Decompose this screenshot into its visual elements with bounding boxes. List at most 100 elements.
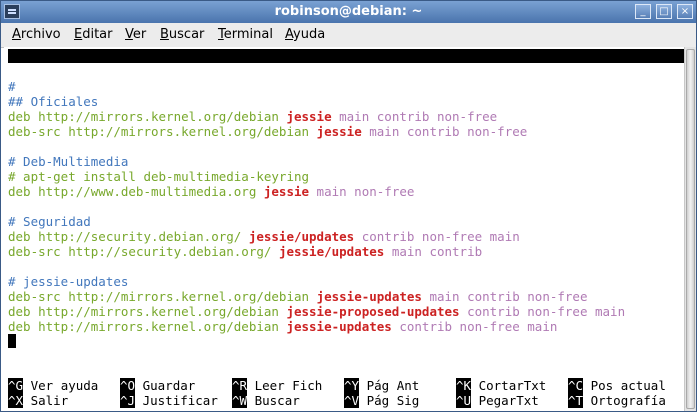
shortcut-item: ^G Ver ayuda bbox=[8, 378, 98, 393]
editor-line: deb http://www.deb-multimedia.org jessie… bbox=[8, 184, 414, 199]
shortcut-label: Justificar bbox=[135, 393, 218, 408]
line-segment: deb-src bbox=[8, 244, 61, 259]
line-segment: main contrib bbox=[384, 244, 483, 259]
shortcut-key: ^K bbox=[456, 378, 472, 393]
line-segment: jessie-updates bbox=[316, 289, 422, 304]
shortcut-item: ^Y Pág Ant bbox=[344, 378, 419, 393]
editor-line: deb http://mirrors.kernel.org/debian jes… bbox=[8, 319, 557, 334]
editor-line: deb-src http://security.debian.org/ jess… bbox=[8, 244, 482, 259]
scrollbar-thumb[interactable] bbox=[686, 49, 695, 409]
line-segment: main contrib non-free bbox=[361, 124, 528, 139]
menu-terminal[interactable]: Terminal bbox=[218, 27, 273, 42]
shortcut-key: ^T bbox=[568, 393, 584, 408]
shortcut-label: Pág Sig bbox=[359, 393, 420, 408]
shortcut-item: ^T Ortografía bbox=[568, 393, 666, 408]
nano-filename: Fichero: /etc/apt/sources.list bbox=[216, 76, 442, 91]
line-segment: http://security.debian.org/ bbox=[30, 229, 249, 244]
editor-line: # Seguridad bbox=[8, 214, 91, 229]
editor-line: deb http://mirrors.kernel.org/debian jes… bbox=[8, 109, 497, 124]
shortcut-key: ^C bbox=[568, 378, 584, 393]
line-segment: deb bbox=[8, 184, 31, 199]
line-segment: jessie bbox=[316, 124, 362, 139]
shortcut-label: Ver ayuda bbox=[23, 378, 99, 393]
shortcut-label: Pág Ant bbox=[359, 378, 420, 393]
editor-line: # jessie-updates bbox=[8, 274, 128, 289]
shortcut-label: Leer Fich bbox=[247, 378, 323, 393]
line-segment: main non-free bbox=[309, 184, 415, 199]
shortcut-key: ^O bbox=[120, 378, 136, 393]
editor-line: deb-src http://mirrors.kernel.org/debian… bbox=[8, 289, 588, 304]
close-button[interactable]: × bbox=[677, 4, 693, 19]
menu-ayuda[interactable]: Ayuda bbox=[285, 27, 325, 42]
line-segment: # apt-get install deb-multimedia-keyring bbox=[8, 169, 310, 184]
line-segment: deb-src bbox=[8, 124, 61, 139]
editor-line: deb http://security.debian.org/ jessie/u… bbox=[8, 229, 520, 244]
line-segment: http://mirrors.kernel.org/debian bbox=[60, 124, 317, 139]
line-segment: jessie bbox=[263, 184, 310, 199]
line-segment: jessie-proposed-updates bbox=[286, 304, 460, 319]
line-segment: # Deb-Multimedia bbox=[8, 154, 129, 169]
line-segment: http://mirrors.kernel.org/debian bbox=[30, 304, 287, 319]
line-segment: # jessie-updates bbox=[8, 274, 129, 289]
shortcut-item: ^W Buscar bbox=[232, 393, 300, 408]
menu-ver[interactable]: Ver bbox=[125, 27, 146, 42]
menu-editar[interactable]: Editar bbox=[74, 27, 113, 42]
editor-line: # apt-get install deb-multimedia-keyring bbox=[8, 169, 309, 184]
line-segment: contrib non-free main bbox=[391, 319, 558, 334]
shortcut-item: ^U PegarTxt bbox=[456, 393, 539, 408]
menu-buscar[interactable]: Buscar bbox=[160, 27, 204, 42]
line-segment: contrib non-free main bbox=[354, 229, 520, 244]
line-segment: deb bbox=[8, 109, 31, 124]
line-segment: ## Oficiales bbox=[8, 94, 99, 109]
line-segment: http://mirrors.kernel.org/debian bbox=[30, 109, 287, 124]
line-segment: deb bbox=[8, 319, 31, 334]
shortcut-key: ^J bbox=[120, 393, 136, 408]
shortcut-item: ^V Pág Sig bbox=[344, 393, 419, 408]
nano-shortcut-bar: ^G Ver ayuda ^O Guardar ^R Leer Fich ^Y Pág… bbox=[4, 378, 684, 410]
nano-version: GNU nano 2.2.6 bbox=[16, 62, 122, 77]
shortcut-label: Guardar bbox=[135, 378, 196, 393]
shortcut-item: ^R Leer Fich bbox=[232, 378, 322, 393]
menu-archivo[interactable]: Archivo bbox=[12, 27, 61, 42]
line-segment: contrib non-free main bbox=[459, 304, 626, 319]
shortcut-key: ^R bbox=[232, 378, 248, 393]
shortcut-item: ^J Justificar bbox=[120, 393, 218, 408]
line-segment: deb bbox=[8, 304, 31, 319]
editor-line: # bbox=[8, 79, 16, 94]
shortcut-item: ^C Pos actual bbox=[568, 378, 666, 393]
line-segment: # Seguridad bbox=[8, 214, 91, 229]
terminal-window: robinson@debian: ~ _ □ × Archivo Editar … bbox=[0, 0, 697, 412]
shortcut-key: ^X bbox=[8, 393, 24, 408]
maximize-button[interactable]: □ bbox=[656, 4, 672, 19]
shortcut-label: Buscar bbox=[247, 393, 300, 408]
shortcut-key: ^W bbox=[232, 393, 248, 408]
shortcut-item: ^O Guardar bbox=[120, 378, 195, 393]
line-segment: http://mirrors.kernel.org/debian bbox=[30, 319, 287, 334]
line-segment: jessie-updates bbox=[286, 319, 392, 334]
menu-bar: Archivo Editar Ver Buscar Terminal Ayuda bbox=[1, 23, 696, 48]
line-segment: deb bbox=[8, 229, 31, 244]
minimize-button[interactable]: _ bbox=[635, 4, 651, 19]
editor-line: deb-src http://mirrors.kernel.org/debian… bbox=[8, 124, 527, 139]
line-segment: deb-src bbox=[8, 289, 61, 304]
shortcut-label: Ortografía bbox=[583, 393, 666, 408]
terminal-content[interactable]: GNU nano 2.2.6 Fichero: /etc/apt/sources… bbox=[4, 47, 684, 411]
line-segment: http://mirrors.kernel.org/debian bbox=[60, 289, 317, 304]
line-segment: http://security.debian.org/ bbox=[60, 244, 279, 259]
text-cursor bbox=[8, 334, 16, 348]
editor-line: ## Oficiales bbox=[8, 94, 98, 109]
editor-line: # Deb-Multimedia bbox=[8, 154, 128, 169]
line-segment: jessie/updates bbox=[278, 244, 385, 259]
shortcut-label: Pos actual bbox=[583, 378, 666, 393]
window-title: robinson@debian: ~ bbox=[274, 4, 423, 19]
title-bar[interactable]: robinson@debian: ~ _ □ × bbox=[1, 1, 696, 23]
shortcut-key: ^G bbox=[8, 378, 24, 393]
shortcut-item: ^K CortarTxt bbox=[456, 378, 546, 393]
line-segment: main contrib non-free bbox=[421, 289, 588, 304]
scrollbar[interactable] bbox=[684, 47, 696, 411]
nano-header: GNU nano 2.2.6 Fichero: /etc/apt/sources… bbox=[8, 49, 684, 91]
line-segment: http://www.deb-multimedia.org bbox=[30, 184, 264, 199]
line-segment: jessie/updates bbox=[248, 229, 355, 244]
line-segment: jessie bbox=[286, 109, 332, 124]
shortcut-label: CortarTxt bbox=[471, 378, 547, 393]
